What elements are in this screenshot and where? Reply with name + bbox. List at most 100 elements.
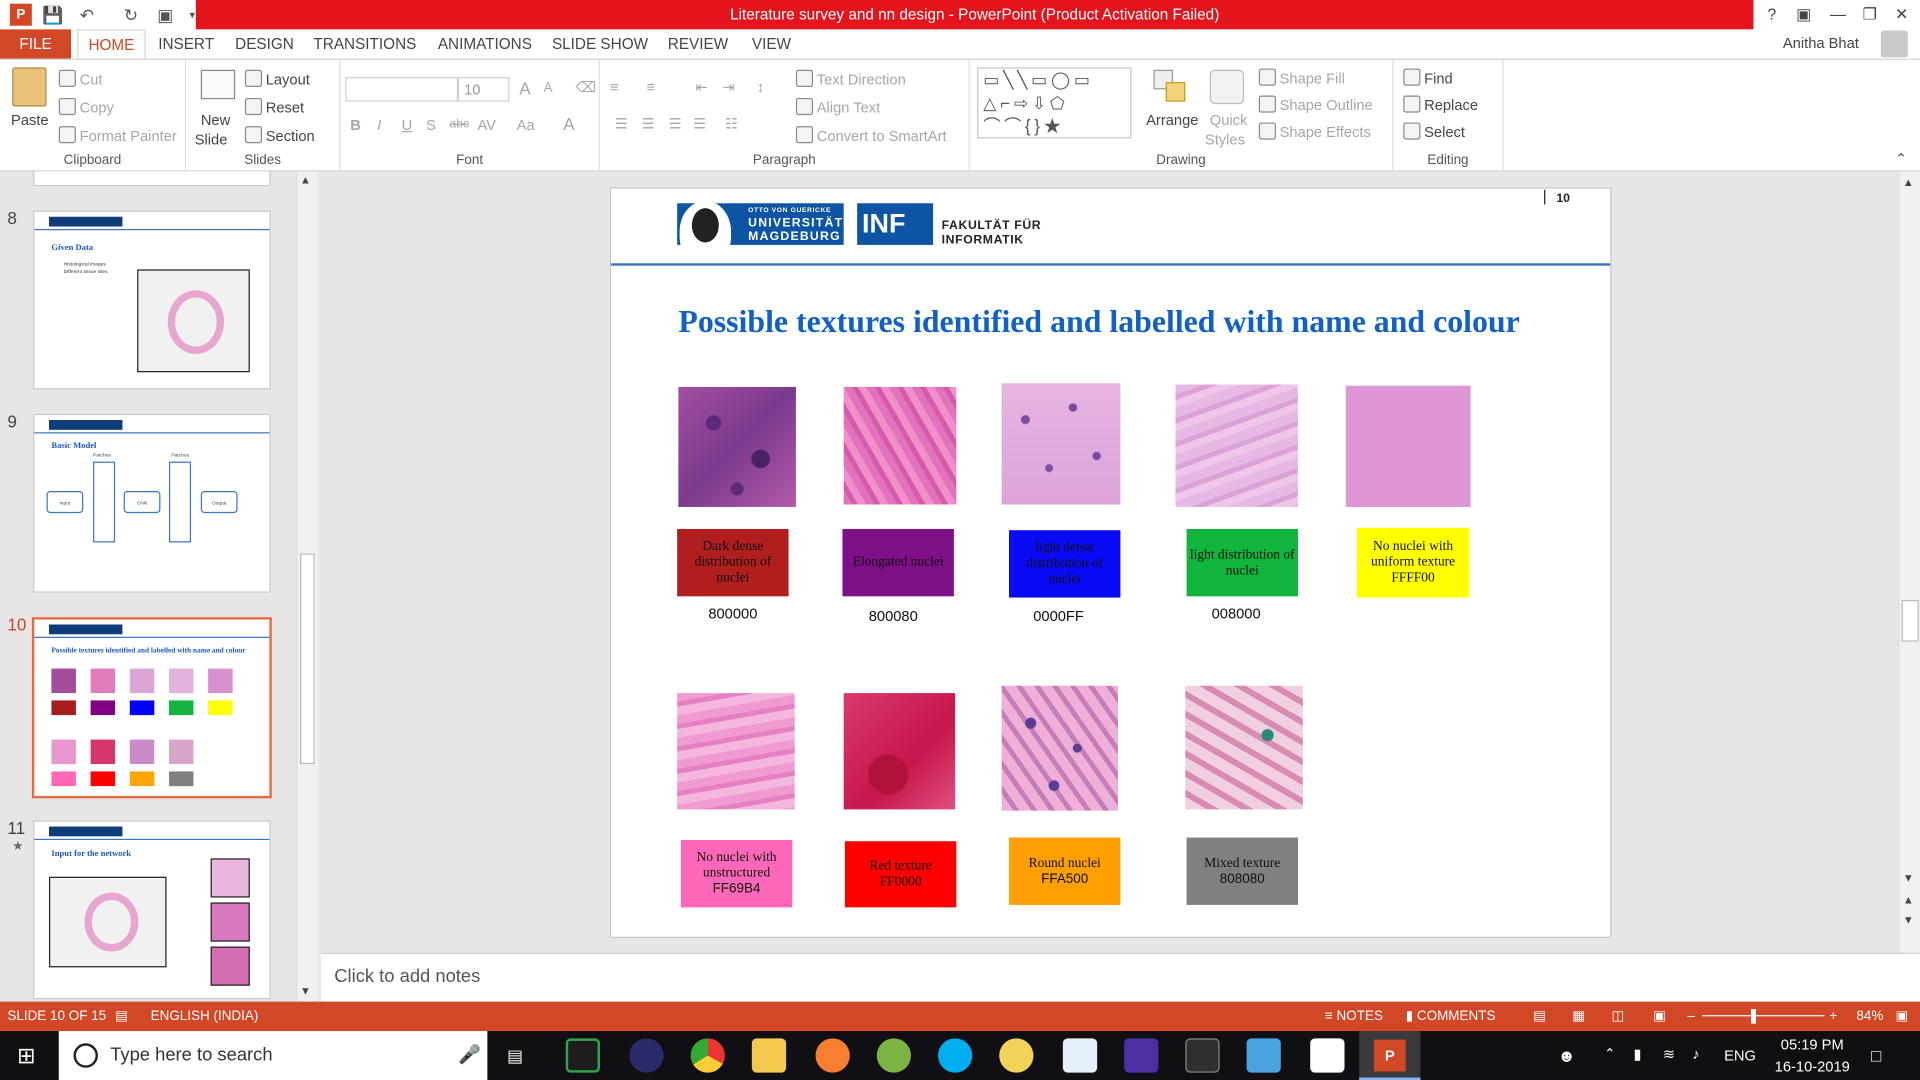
zoom-slider[interactable] [1702, 1015, 1825, 1017]
char-spacing-button[interactable]: AV [478, 116, 497, 133]
shape-effects-button[interactable]: Shape Effects [1258, 122, 1371, 141]
thumbnail-partial[interactable] [33, 171, 271, 187]
help-button[interactable]: ? [1758, 2, 1785, 26]
thumbnail-slide-8[interactable]: Given Data Histological images Different… [33, 210, 271, 390]
reset-button[interactable]: Reset [244, 97, 304, 116]
paste-button[interactable]: Paste [11, 111, 49, 128]
find-button[interactable]: Find [1403, 68, 1453, 87]
notes-button[interactable]: ≡ NOTES [1325, 1002, 1383, 1031]
layout-button[interactable]: Layout [244, 69, 310, 88]
align-right-icon[interactable]: ☰ [669, 115, 682, 132]
normal-view-icon[interactable]: ▤ [1533, 1002, 1546, 1031]
terminal-icon[interactable] [1185, 1038, 1220, 1073]
task-view-icon[interactable]: ▤ [507, 1046, 523, 1067]
tab-file[interactable]: FILE [0, 29, 72, 59]
undo-icon[interactable]: ↶ [76, 4, 98, 26]
taskbar-search-box[interactable]: Type here to search 🎤 [58, 1031, 488, 1080]
start-slideshow-icon[interactable]: ▣ [154, 4, 176, 26]
quick-styles-button-2[interactable]: Styles [1205, 131, 1245, 148]
change-case-button[interactable]: Aa [517, 116, 535, 133]
android-studio-icon[interactable] [876, 1038, 912, 1073]
scroll-up-icon[interactable]: ▲ [300, 174, 311, 186]
quick-styles-icon[interactable] [1209, 69, 1245, 105]
thumbnail-slide-11[interactable]: Input for the network [33, 820, 271, 1000]
new-slide-label[interactable]: New [201, 111, 230, 128]
people-icon[interactable]: ☻ [1558, 1046, 1576, 1066]
slide-sorter-icon[interactable]: ▦ [1572, 1002, 1585, 1031]
slide-count[interactable]: SLIDE 10 OF 15 [7, 1002, 106, 1031]
pycharm-icon[interactable] [565, 1038, 601, 1073]
paste-icon[interactable] [12, 67, 47, 107]
restore-icon[interactable]: ❐ [1856, 2, 1883, 26]
shadow-button[interactable]: S [426, 116, 436, 133]
show-hidden-icons[interactable]: ⌃ [1604, 1046, 1615, 1062]
tab-animations[interactable]: ANIMATIONS [431, 29, 539, 58]
decrease-indent-icon[interactable]: ⇤ [696, 78, 708, 95]
tab-view[interactable]: VIEW [742, 29, 801, 58]
clear-formatting-icon[interactable]: ⌫ [576, 78, 597, 95]
slide-title[interactable]: Possible textures identified and labelle… [678, 301, 1560, 341]
comments-button[interactable]: ▮ COMMENTS [1406, 1002, 1496, 1031]
skype-icon[interactable] [937, 1038, 973, 1073]
redo-icon[interactable]: ↻ [120, 4, 142, 26]
font-size-input[interactable]: 10 [457, 77, 510, 102]
strikethrough-button[interactable]: abc [449, 118, 469, 131]
slideshow-icon[interactable]: ▣ [1653, 1002, 1666, 1031]
align-text-button[interactable]: Align Text [795, 97, 880, 116]
slide-canvas[interactable]: OTTO VON GUERICKE UNIVERSITÄT MAGDEBURG … [609, 187, 1612, 938]
next-slide-icon[interactable]: ▼ [1903, 913, 1914, 925]
section-button[interactable]: Section [244, 126, 315, 144]
photos-icon[interactable] [1246, 1038, 1281, 1073]
fit-slide-icon[interactable]: ▣ [1896, 1002, 1909, 1031]
columns-icon[interactable]: ☷ [725, 115, 738, 132]
thumbnail-scrollbar[interactable]: ▲ ▼ [296, 171, 319, 1002]
grow-font-button[interactable]: A [519, 78, 530, 98]
tab-home[interactable]: HOME [77, 29, 146, 59]
shrink-font-button[interactable]: A [544, 81, 553, 96]
minimize-icon[interactable]: — [1825, 2, 1852, 26]
firefox-icon[interactable] [815, 1038, 850, 1073]
powerpoint-taskbar-button[interactable]: P [1359, 1031, 1421, 1080]
quick-styles-button[interactable]: Quick [1210, 111, 1248, 128]
volume-icon[interactable]: ♪ [1692, 1046, 1699, 1063]
close-icon[interactable]: ✕ [1888, 2, 1915, 26]
arrange-button[interactable]: Arrange [1146, 111, 1198, 128]
convert-smartart-button[interactable]: Convert to SmartArt [795, 126, 947, 144]
zoom-in-icon[interactable]: + [1829, 1002, 1837, 1031]
windows-start-icon[interactable]: ⊞ [17, 1044, 39, 1066]
reading-view-icon[interactable]: ◫ [1611, 1002, 1624, 1031]
tab-transitions[interactable]: TRANSITIONS [311, 29, 419, 58]
battery-icon[interactable]: ▮ [1633, 1046, 1641, 1063]
clock-date[interactable]: 16-10-2019 [1771, 1058, 1854, 1075]
align-center-icon[interactable]: ☰ [642, 115, 655, 132]
user-name[interactable]: Anitha Bhat [1783, 34, 1859, 51]
tab-insert[interactable]: INSERT [152, 29, 221, 58]
zoom-level[interactable]: 84% [1856, 1002, 1883, 1031]
eclipse-icon[interactable] [629, 1038, 664, 1073]
app-purple-icon[interactable] [1124, 1038, 1159, 1073]
thumbnail-slide-10[interactable]: Possible textures identified and labelle… [31, 617, 272, 799]
ribbon-display-icon[interactable]: ▣ [1790, 2, 1817, 26]
replace-button[interactable]: Replace [1403, 95, 1478, 114]
zoom-slider-thumb[interactable] [1751, 1008, 1756, 1024]
scroll-up-icon[interactable]: ▲ [1903, 176, 1914, 188]
copy-button[interactable]: Copy [58, 97, 114, 116]
tab-slide-show[interactable]: SLIDE SHOW [549, 29, 652, 58]
new-slide-icon[interactable] [200, 69, 236, 100]
shape-fill-button[interactable]: Shape Fill [1258, 68, 1345, 87]
notes-pane[interactable]: Click to add notes [320, 952, 1920, 1002]
new-slide-label-2[interactable]: Slide [195, 131, 228, 148]
previous-slide-icon[interactable]: ▲ [1903, 894, 1914, 906]
format-painter-button[interactable]: Format Painter [58, 126, 177, 144]
numbering-icon[interactable]: ≡ [647, 78, 656, 95]
wifi-icon[interactable]: ≋ [1663, 1046, 1675, 1063]
underline-button[interactable]: U [402, 116, 413, 133]
collapse-ribbon-icon[interactable]: ⌃ [1896, 151, 1907, 167]
line-spacing-icon[interactable]: ↕ [757, 78, 764, 95]
image-viewer-icon[interactable] [1310, 1038, 1345, 1073]
arrange-icon[interactable] [1153, 69, 1187, 104]
text-direction-button[interactable]: Text Direction [795, 69, 906, 88]
scroll-down-icon[interactable]: ▼ [300, 984, 311, 996]
align-left-icon[interactable]: ☰ [615, 115, 628, 132]
select-button[interactable]: Select [1403, 122, 1465, 141]
